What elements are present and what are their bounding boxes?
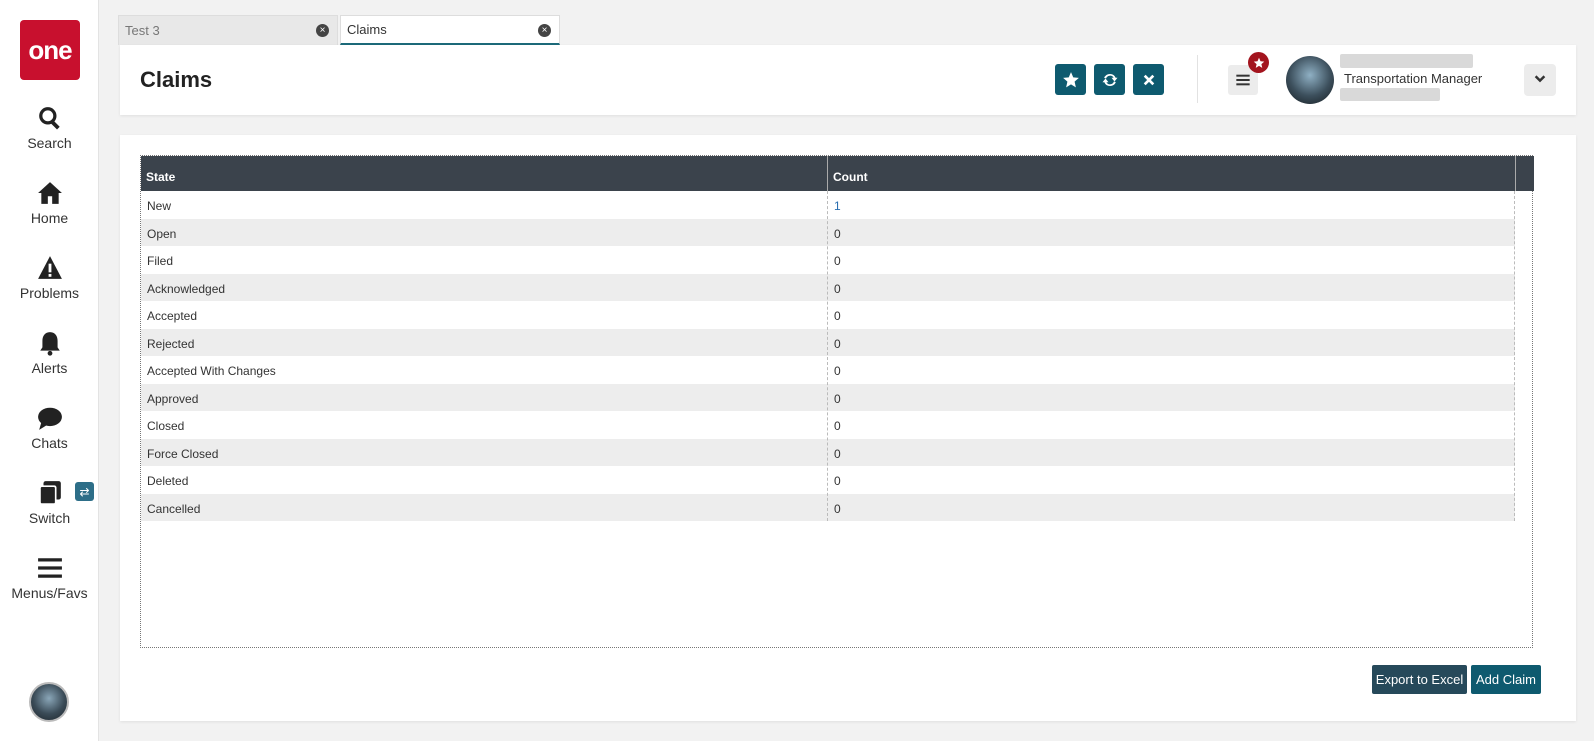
cell-state: Open xyxy=(147,226,177,241)
cell-count: 0 xyxy=(834,391,841,406)
cell-state: Rejected xyxy=(147,336,195,351)
cell-count: 0 xyxy=(834,446,841,461)
cell-count[interactable]: 1 xyxy=(834,199,841,213)
user-org-redacted xyxy=(1340,88,1440,101)
cell-state: Approved xyxy=(147,391,199,406)
cell-state: Accepted With Changes xyxy=(147,364,276,378)
tab-claims[interactable]: Claims × xyxy=(340,15,560,45)
column-header-count[interactable]: Count xyxy=(833,170,868,184)
user-menu-dropdown[interactable] xyxy=(1524,64,1556,96)
table-row[interactable]: Deleted 0 xyxy=(141,466,1515,494)
table-row[interactable]: Filed 0 xyxy=(141,246,1515,274)
header-divider xyxy=(1197,55,1198,103)
column-divider xyxy=(1514,191,1515,521)
table-row[interactable]: Cancelled 0 xyxy=(141,493,1515,521)
switch-badge[interactable]: ⇄ xyxy=(75,482,94,501)
tab-test-3[interactable]: Test 3 × xyxy=(118,15,338,45)
close-page-button[interactable] xyxy=(1133,64,1164,95)
table-row[interactable]: New 1 xyxy=(141,191,1515,219)
warning-icon xyxy=(37,256,62,279)
export-to-excel-button[interactable]: Export to Excel xyxy=(1372,665,1467,694)
column-header-state[interactable]: State xyxy=(146,170,175,184)
table-row[interactable]: Accepted With Changes 0 xyxy=(141,356,1515,384)
hamburger-icon xyxy=(1236,74,1250,86)
sidebar-item-label: Home xyxy=(30,210,69,226)
sidebar-item-label: Search xyxy=(27,135,72,151)
sidebar-item-label: Chats xyxy=(31,435,68,451)
page-title: Claims xyxy=(140,67,213,92)
chat-icon xyxy=(37,407,62,430)
sidebar-item-search[interactable]: Search xyxy=(0,105,99,151)
sidebar-item-home[interactable]: Home xyxy=(0,180,99,226)
table-header: State Count xyxy=(141,156,1534,191)
sidebar-item-chats[interactable]: Chats xyxy=(0,405,99,451)
favorite-button[interactable] xyxy=(1055,64,1086,95)
cell-count: 0 xyxy=(834,419,841,433)
sidebar-item-label: Switch xyxy=(28,510,71,526)
star-icon xyxy=(1062,71,1079,87)
close-icon[interactable]: × xyxy=(538,24,551,37)
sidebar-item-label: Problems xyxy=(19,285,80,301)
table-row[interactable]: Force Closed 0 xyxy=(141,438,1515,466)
sidebar-item-label: Menus/Favs xyxy=(11,585,88,601)
cell-state: Cancelled xyxy=(147,501,201,516)
sidebar-item-alerts[interactable]: Alerts xyxy=(0,330,99,376)
chevron-down-icon xyxy=(1534,75,1546,83)
favorites-badge[interactable] xyxy=(1248,52,1269,73)
sidebar-item-label: Alerts xyxy=(31,360,68,376)
cell-state: Force Closed xyxy=(147,446,219,461)
cell-count: 0 xyxy=(834,474,841,488)
table-row[interactable]: Rejected 0 xyxy=(141,328,1515,356)
search-icon xyxy=(38,107,60,130)
table-row[interactable]: Closed 0 xyxy=(141,411,1515,439)
avatar[interactable] xyxy=(29,682,69,722)
column-divider xyxy=(827,191,828,521)
cell-state: Filed xyxy=(147,254,174,268)
user-avatar[interactable] xyxy=(1286,56,1334,104)
cell-count: 0 xyxy=(834,254,841,268)
cell-state: Acknowledged xyxy=(147,281,226,296)
user-name-redacted xyxy=(1340,54,1473,68)
cell-state: Accepted xyxy=(147,309,198,323)
add-claim-button[interactable]: Add Claim xyxy=(1471,665,1541,694)
table-row[interactable]: Open 0 xyxy=(141,218,1515,246)
content-panel: State Count New 1 Open 0 Filed 0 Acknowledged 0… xyxy=(120,135,1576,721)
sidebar: one Search Home Problems Alerts Chats Sw… xyxy=(0,0,99,741)
home-icon xyxy=(37,182,62,204)
table-row[interactable]: Acknowledged 0 xyxy=(141,273,1515,301)
page-header: Claims Transportation Manager xyxy=(120,45,1576,115)
switch-icon xyxy=(38,481,61,505)
star-icon xyxy=(1253,57,1264,68)
cell-state: Deleted xyxy=(147,474,189,488)
scrollbar-cap xyxy=(1515,156,1534,191)
refresh-button[interactable] xyxy=(1094,64,1125,95)
cell-state: New xyxy=(147,199,172,213)
tab-label: Claims xyxy=(347,22,387,37)
claims-table: State Count New 1 Open 0 Filed 0 Acknowledged 0… xyxy=(140,155,1534,648)
user-role: Transportation Manager xyxy=(1344,71,1483,86)
cell-count: 0 xyxy=(834,226,841,241)
close-icon xyxy=(1143,74,1154,85)
cell-count: 0 xyxy=(834,281,841,296)
logo-text: one xyxy=(28,34,72,65)
sidebar-item-menus-favs[interactable]: Menus/Favs xyxy=(0,555,99,601)
table-row[interactable]: Approved 0 xyxy=(141,383,1515,411)
cell-state: Closed xyxy=(147,419,185,433)
bell-icon xyxy=(39,332,60,356)
sidebar-item-problems[interactable]: Problems xyxy=(0,255,99,301)
cell-count: 0 xyxy=(834,309,841,323)
refresh-icon xyxy=(1102,73,1117,86)
column-separator[interactable] xyxy=(827,156,828,191)
tab-label: Test 3 xyxy=(125,23,160,38)
cell-count: 0 xyxy=(834,501,841,516)
cell-count: 0 xyxy=(834,336,841,351)
close-icon[interactable]: × xyxy=(316,24,329,37)
table-row[interactable]: Accepted 0 xyxy=(141,301,1515,329)
app-logo[interactable]: one xyxy=(20,20,80,80)
hamburger-icon xyxy=(37,558,62,578)
cell-count: 0 xyxy=(834,364,841,378)
